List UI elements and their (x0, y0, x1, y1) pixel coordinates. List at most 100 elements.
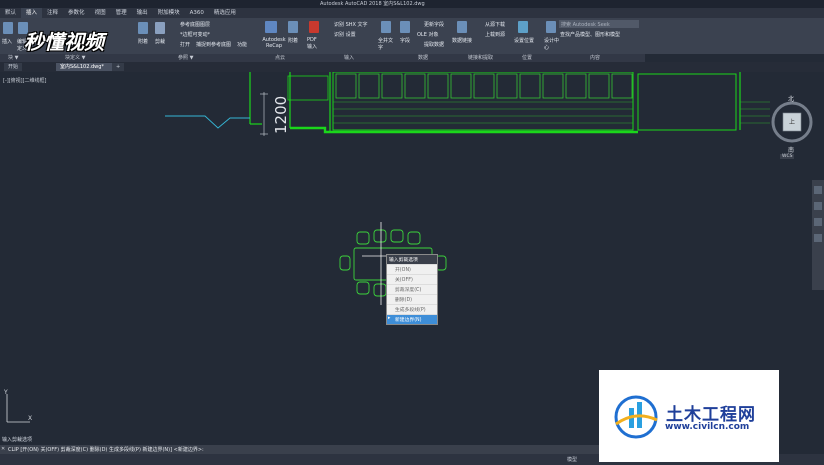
showmotion-icon[interactable] (814, 234, 822, 242)
pdf-import-button[interactable]: PDF 输入 (307, 37, 323, 50)
tab-insert[interactable]: 插入 (21, 8, 43, 18)
panel-block-definition[interactable]: 块定义 ▼ (65, 54, 85, 61)
open-reference-button[interactable]: 打开 (180, 41, 190, 48)
ribbon-panel-labels: 块 ▼ 块定义 ▼ 参照 ▼ 点云 输入 数据 链接和提取 位置 内容 (0, 54, 645, 62)
cyan-section-line (165, 115, 250, 129)
tab-output[interactable]: 输出 (132, 8, 153, 18)
clip-button[interactable]: 剪裁 (155, 38, 165, 45)
upload-to-source-button[interactable]: 上载到源 (485, 31, 505, 38)
tab-home[interactable]: 默认 (0, 8, 21, 18)
snap-underlay-button[interactable]: 捕捉到参考底图 (196, 41, 231, 48)
wall-panels (335, 73, 633, 99)
command-close-icon[interactable]: ✕ (1, 446, 5, 452)
underlay-layers-button[interactable]: 参考底图图层 (180, 21, 210, 28)
panel-pointcloud: 点云 (275, 55, 286, 61)
clip-options-header: 输入剪裁选项 (387, 255, 437, 264)
civilcn-logo-icon (614, 395, 658, 439)
attach-pointcloud-button[interactable]: 附着 (288, 37, 298, 44)
insert-button[interactable]: 插入 (2, 38, 12, 45)
file-tab-drawing[interactable]: 室内S&L102.dwg* (56, 63, 112, 71)
viewport-controls[interactable]: [-][俯视][二维线框] (3, 77, 47, 84)
video-watermark: 秒懂视频 (24, 30, 104, 54)
model-space-button[interactable]: 模型 (567, 456, 577, 463)
tab-featured[interactable]: 精选应用 (209, 8, 241, 18)
menu-item-off[interactable]: 关(OFF) (387, 274, 437, 284)
tab-a360[interactable]: A360 (185, 8, 209, 18)
panel-data: 数据 (418, 55, 429, 61)
menu-item-generate-polyline[interactable]: 生成多段线(P) (387, 304, 437, 314)
panel-location: 位置 (522, 55, 533, 61)
ribbon-tab-bar: 默认 插入 注释 参数化 视图 管理 输出 附加模块 A360 精选应用 (0, 8, 824, 18)
tab-manage[interactable]: 管理 (111, 8, 132, 18)
design-center-button[interactable]: 设计中心 (544, 37, 560, 51)
orbit-icon[interactable] (814, 218, 822, 226)
command-line[interactable]: ✕ CLIP [开(ON) 关(OFF) 剪裁深度(C) 删除(D) 生成多段线… (0, 445, 600, 454)
combine-text-button[interactable]: 全并文字 (378, 37, 394, 51)
viewcube-north[interactable]: 北 (788, 94, 794, 103)
seek-search-placeholder: 搜索 Autodesk Seek (561, 22, 610, 28)
zoom-icon[interactable] (814, 202, 822, 210)
field-icon[interactable] (400, 21, 410, 33)
attach-pointcloud-icon[interactable] (288, 21, 298, 33)
recap-button[interactable]: Autodesk ReCap (260, 37, 288, 49)
location-icon[interactable] (518, 21, 528, 33)
tab-addins[interactable]: 附加模块 (153, 8, 185, 18)
panel-link-extract: 链接和提取 (468, 55, 494, 61)
data-link-button[interactable]: 数据链接 (452, 37, 472, 44)
ribbon-empty-area (645, 18, 824, 54)
navigation-bar[interactable] (812, 180, 824, 290)
ucs-x-label: X (28, 415, 32, 422)
menu-item-new-boundary[interactable]: 新建边界(N) (387, 314, 437, 324)
title-bar: Autodesk AutoCAD 2018 室内S&L102.dwg (0, 0, 824, 8)
brick-pattern (333, 101, 770, 124)
recognize-shx-button[interactable]: 识别 SHX 文字 (334, 21, 368, 28)
dimension-text: 1200 (272, 96, 290, 134)
menu-item-clip-depth[interactable]: 剪裁深度(C) (387, 284, 437, 294)
viewcube[interactable]: 北 上 南 WCS (770, 92, 818, 162)
viewcube-south[interactable]: 南 (788, 145, 794, 154)
ucs-y-label: Y (3, 389, 8, 396)
clip-icon[interactable] (155, 22, 165, 34)
civilcn-logo-url: www.civilcn.com (665, 422, 750, 432)
seek-hint: 查找产品模型、图形和模型 (560, 32, 621, 38)
viewcube-top-face[interactable]: 上 (789, 117, 795, 126)
seek-search-box[interactable]: 搜索 Autodesk Seek (559, 20, 639, 28)
panel-import: 输入 (344, 55, 355, 61)
combine-text-icon[interactable] (381, 21, 391, 33)
panel-reference[interactable]: 参照 ▼ (178, 54, 193, 61)
download-from-source-button[interactable]: 从源下载 (485, 21, 505, 28)
clip-options-menu: 输入剪裁选项 开(ON) 关(OFF) 剪裁深度(C) 删除(D) 生成多段线(… (386, 254, 438, 325)
window-title: Autodesk AutoCAD 2018 室内S&L102.dwg (320, 1, 425, 7)
new-tab-button[interactable]: + (112, 63, 125, 71)
ucs-icon (6, 394, 30, 423)
wcs-menu[interactable]: WCS (780, 154, 795, 159)
frames-vary-dropdown[interactable]: *边框可变动* (180, 31, 210, 38)
recognize-settings-button[interactable]: 识别 设置 (334, 31, 356, 38)
field-button[interactable]: 字段 (400, 37, 410, 44)
extract-data-button[interactable]: 提取数据 (424, 41, 444, 48)
tab-view[interactable]: 视图 (90, 8, 111, 18)
pdf-icon[interactable] (309, 21, 319, 33)
menu-item-on[interactable]: 开(ON) (387, 264, 437, 274)
panel-block[interactable]: 块 ▼ (8, 54, 18, 61)
pan-icon[interactable] (814, 186, 822, 194)
attach-button[interactable]: 附着 (138, 38, 148, 45)
tab-annotate[interactable]: 注释 (42, 8, 63, 18)
panel-content: 内容 (590, 55, 601, 61)
data-link-icon[interactable] (457, 21, 467, 33)
dimension (260, 92, 268, 136)
insert-icon[interactable] (3, 22, 13, 34)
menu-item-delete[interactable]: 删除(D) (387, 294, 437, 304)
set-location-button[interactable]: 设置位置 (514, 37, 534, 44)
update-fields-button[interactable]: 更新字段 (424, 21, 444, 28)
file-tab-bar: 开始 室内S&L102.dwg* + (0, 62, 824, 72)
function-dropdown[interactable]: 功能 (237, 41, 247, 48)
attach-icon[interactable] (138, 22, 148, 34)
design-center-icon[interactable] (546, 21, 556, 33)
tab-parametric[interactable]: 参数化 (63, 8, 90, 18)
command-history: 输入剪裁选项 (2, 437, 33, 443)
ole-object-button[interactable]: OLE 对象 (417, 31, 438, 38)
recap-icon[interactable] (265, 21, 277, 33)
command-prompt[interactable]: CLIP [开(ON) 关(OFF) 剪裁深度(C) 删除(D) 生成多段线(P… (8, 446, 204, 453)
file-tab-start[interactable]: 开始 (4, 63, 23, 71)
